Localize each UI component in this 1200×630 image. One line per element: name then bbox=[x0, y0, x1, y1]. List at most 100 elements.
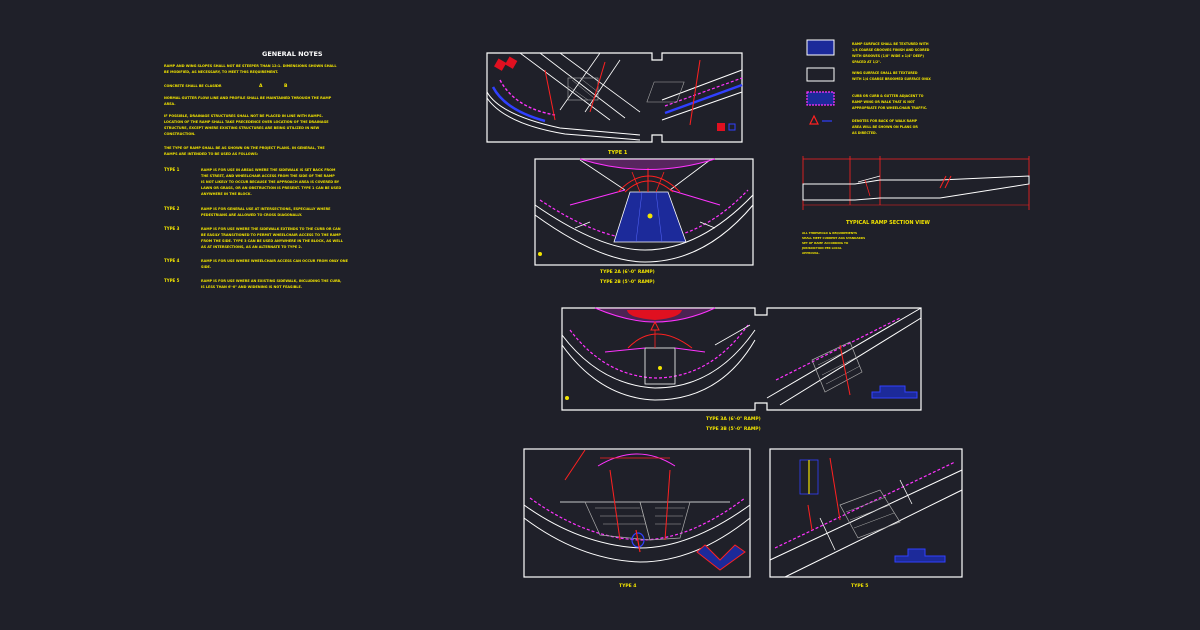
curb-line bbox=[661, 69, 743, 101]
warning-triangle-icon bbox=[809, 114, 819, 125]
red-marker bbox=[494, 58, 507, 71]
hatch-line bbox=[579, 77, 599, 93]
class-or: OR bbox=[216, 84, 222, 88]
blue-symbol bbox=[728, 123, 736, 131]
type-label: TYPE 3 bbox=[164, 226, 180, 231]
type-desc: RAMP IS FOR USE IN AREAS WHERE THE SIDEW… bbox=[201, 168, 336, 172]
legend-text: CURB OR CURB & GUTTER ADJACENT TO bbox=[852, 94, 924, 98]
red-dim bbox=[664, 469, 671, 541]
hatch-line bbox=[849, 504, 891, 521]
type2-panel: TYPE 2A (6'-0" RAMP) TYPE 2B (5'-0" RAMP… bbox=[534, 158, 754, 285]
magenta-curb bbox=[775, 317, 901, 381]
magenta-wing bbox=[604, 347, 646, 353]
type-desc: BE EASILY TRANSITIONED TO PERMIT WHEELCH… bbox=[201, 233, 341, 237]
type-label: TYPE 4 bbox=[164, 258, 180, 263]
curb-line bbox=[523, 504, 751, 549]
type-desc: THE STREET, AND WHEELCHAIR ACCESS FROM T… bbox=[201, 174, 335, 178]
caption-type5: TYPE 5 bbox=[851, 583, 868, 589]
red-dim bbox=[829, 457, 841, 521]
section-note: SHALL MEET CURRENT ADA STANDARDS bbox=[802, 236, 865, 240]
type-desc: RAMP IS FOR USE WHERE AN EXISTING SIDEWA… bbox=[201, 279, 341, 283]
section-note: SET OF RAMP ACCORDING TO bbox=[802, 241, 849, 245]
notes-line: RAMP AND WING SLOPES SHALL NOT BE STEEPE… bbox=[164, 64, 337, 68]
legend-swatch-wing bbox=[806, 67, 835, 82]
hatch-line bbox=[825, 365, 861, 385]
cad-sheet: GENERAL NOTES RAMP AND WING SLOPES SHALL… bbox=[0, 0, 1200, 630]
caption-type2b: TYPE 2B (5'-0" RAMP) bbox=[600, 279, 655, 285]
section-note: ALL THRESHOLD & REQUIREMENTS bbox=[802, 231, 857, 235]
legend-text: AREA WILL BE SHOWN ON PLANS OR bbox=[852, 125, 918, 129]
hatch-line bbox=[567, 85, 589, 101]
legend-text: WITH 1/4 COARSE BROOMED SURFACE ONLY. bbox=[852, 77, 931, 81]
section-note: APPROVAL. bbox=[802, 251, 820, 255]
notes-line: AREA. bbox=[164, 102, 176, 106]
warning-triangle-icon bbox=[650, 320, 660, 331]
type-desc: ANYWHERE IN THE BLOCK. bbox=[201, 192, 252, 196]
red-arc bbox=[624, 180, 674, 193]
red-dim bbox=[609, 469, 621, 541]
caption-type3a: TYPE 3A (6'-0" RAMP) bbox=[706, 416, 761, 422]
notes-line: IF POSSIBLE, DRAINAGE STRUCTURES SHALL N… bbox=[164, 114, 323, 118]
hatch-line bbox=[853, 512, 895, 529]
notes-line: CONCRETE SHALL BE CLASS bbox=[164, 84, 217, 88]
magenta-top bbox=[579, 158, 716, 170]
section-line bbox=[857, 175, 881, 183]
curb-line bbox=[661, 91, 743, 121]
type-label: TYPE 5 bbox=[164, 278, 180, 283]
type-desc: RAMP IS FOR USE WHERE THE SIDEWALK EXTEN… bbox=[201, 227, 341, 231]
class-b: B bbox=[284, 83, 288, 89]
notes-line: LOCATION OF THE RAMP SHALL TAKE PRECEDEN… bbox=[164, 120, 329, 124]
blue-profile bbox=[894, 548, 946, 563]
curb-line bbox=[561, 339, 756, 401]
blue-ramp-edge bbox=[664, 83, 743, 115]
caption-type1: TYPE 1 bbox=[608, 150, 628, 156]
yellow-dot bbox=[658, 366, 662, 370]
legend-text: 1/4 COARSE GROOVES FINISH AND SCORED bbox=[852, 48, 930, 52]
yellow-dot bbox=[647, 213, 653, 219]
joint-line bbox=[819, 517, 836, 551]
curb-line bbox=[766, 307, 922, 399]
type5-panel: TYPE 5 bbox=[769, 448, 963, 589]
legend-text: SPACED AT 1/2". bbox=[852, 60, 881, 64]
red-dim bbox=[589, 61, 606, 113]
general-notes: GENERAL NOTES RAMP AND WING SLOPES SHALL… bbox=[164, 50, 349, 289]
type-label: TYPE 2 bbox=[164, 206, 180, 211]
type-label: TYPE 1 bbox=[164, 167, 180, 172]
legend-text: WITH GROOVES (1/8" WIDE x 1/4" DEEP) bbox=[852, 54, 924, 58]
crosswalk-line bbox=[559, 52, 601, 111]
type-desc: AS AT INTERSECTIONS, AS AN ALTERNATE TO … bbox=[201, 245, 302, 249]
magenta-wing bbox=[669, 189, 721, 206]
legend-text: RAMP SURFACE SHALL BE TEXTURED WITH bbox=[852, 42, 929, 46]
notes-line: BE MODIFIED, AS NECESSARY, TO MEET THIS … bbox=[164, 70, 278, 74]
legend-swatch-curb bbox=[806, 91, 835, 106]
type1-panel: TYPE 1 bbox=[486, 52, 743, 156]
type-desc: SIDE. bbox=[201, 265, 211, 269]
joint-line bbox=[899, 479, 913, 505]
type-desc: FROM THE SIDE. TYPE 3 CAN BE USED ANYWHE… bbox=[201, 239, 344, 243]
yellow-dot bbox=[538, 252, 542, 256]
typical-section: TYPICAL RAMP SECTION VIEW ALL THRESHOLD … bbox=[801, 156, 1030, 255]
drawing-canvas: GENERAL NOTES RAMP AND WING SLOPES SHALL… bbox=[164, 39, 1030, 589]
curb-line bbox=[769, 469, 963, 561]
section-title: TYPICAL RAMP SECTION VIEW bbox=[846, 220, 930, 226]
caption-type3b: TYPE 3B (5'-0" RAMP) bbox=[706, 426, 761, 432]
magenta-wing bbox=[674, 347, 706, 353]
hatch-line bbox=[571, 79, 595, 99]
hatch-line bbox=[821, 356, 858, 376]
magenta-wing bbox=[569, 189, 626, 206]
type-desc: IS NOT LIKELY TO OCCUR BECAUSE THE APPRO… bbox=[201, 180, 340, 184]
section-profile bbox=[802, 175, 1030, 201]
magenta-curb bbox=[529, 497, 746, 541]
notes-title: GENERAL NOTES bbox=[262, 50, 323, 58]
magenta-arc bbox=[597, 453, 676, 467]
legend-text: APPROPRIATE FOR WHEELCHAIR TRAFFIC. bbox=[852, 106, 927, 110]
legend-text: DENOTES FOR BACK OF WALK RAMP bbox=[852, 119, 918, 123]
caption-type2a: TYPE 2A (6'-0" RAMP) bbox=[600, 269, 655, 275]
legend-swatch-textured bbox=[806, 39, 835, 56]
hatch-line bbox=[845, 496, 887, 513]
notes-line: THE TYPE OF RAMP SHALL BE AS SHOWN ON TH… bbox=[164, 146, 325, 150]
legend-text: AS DIRECTED. bbox=[852, 131, 877, 135]
notes-line: NORMAL GUTTER FLOW LINE AND PROFILE SHAL… bbox=[164, 96, 332, 100]
caption-type4: TYPE 4 bbox=[619, 583, 636, 589]
notes-line: RAMPS ARE INTENDED TO BE USED AS FOLLOWS… bbox=[164, 152, 258, 156]
